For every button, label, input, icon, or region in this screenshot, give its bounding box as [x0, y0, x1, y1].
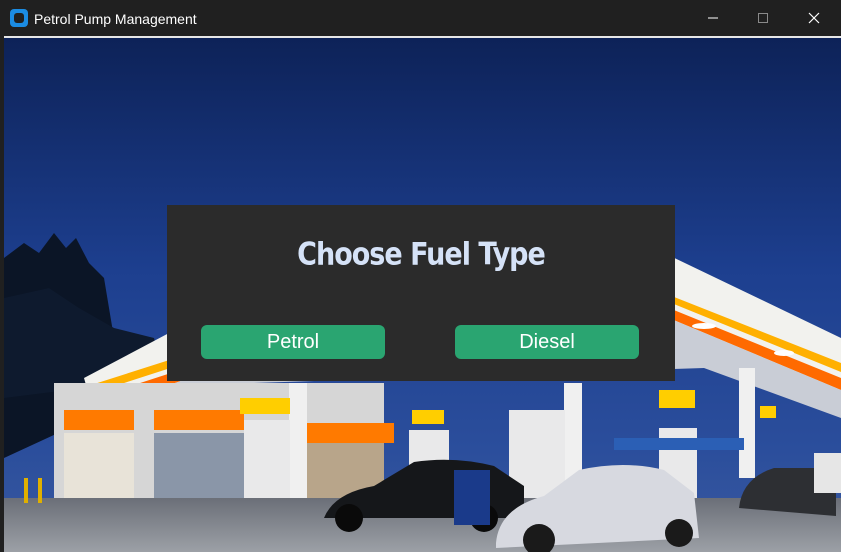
app-window: Petrol Pump Management Choose Fuel Type … — [0, 0, 841, 552]
minimize-button[interactable] — [688, 0, 738, 36]
maximize-button[interactable] — [738, 0, 788, 36]
minimize-icon — [708, 17, 718, 19]
dialog-heading: Choose Fuel Type — [297, 236, 546, 273]
close-button[interactable] — [789, 0, 839, 36]
petrol-button[interactable]: Petrol — [201, 325, 385, 359]
fuel-type-dialog: Choose Fuel Type Petrol Diesel — [167, 205, 675, 381]
window-title: Petrol Pump Management — [34, 11, 197, 27]
close-icon — [808, 12, 820, 24]
app-icon — [10, 9, 28, 27]
diesel-button[interactable]: Diesel — [455, 325, 639, 359]
title-bar[interactable]: Petrol Pump Management — [0, 0, 841, 36]
maximize-icon — [758, 13, 768, 23]
